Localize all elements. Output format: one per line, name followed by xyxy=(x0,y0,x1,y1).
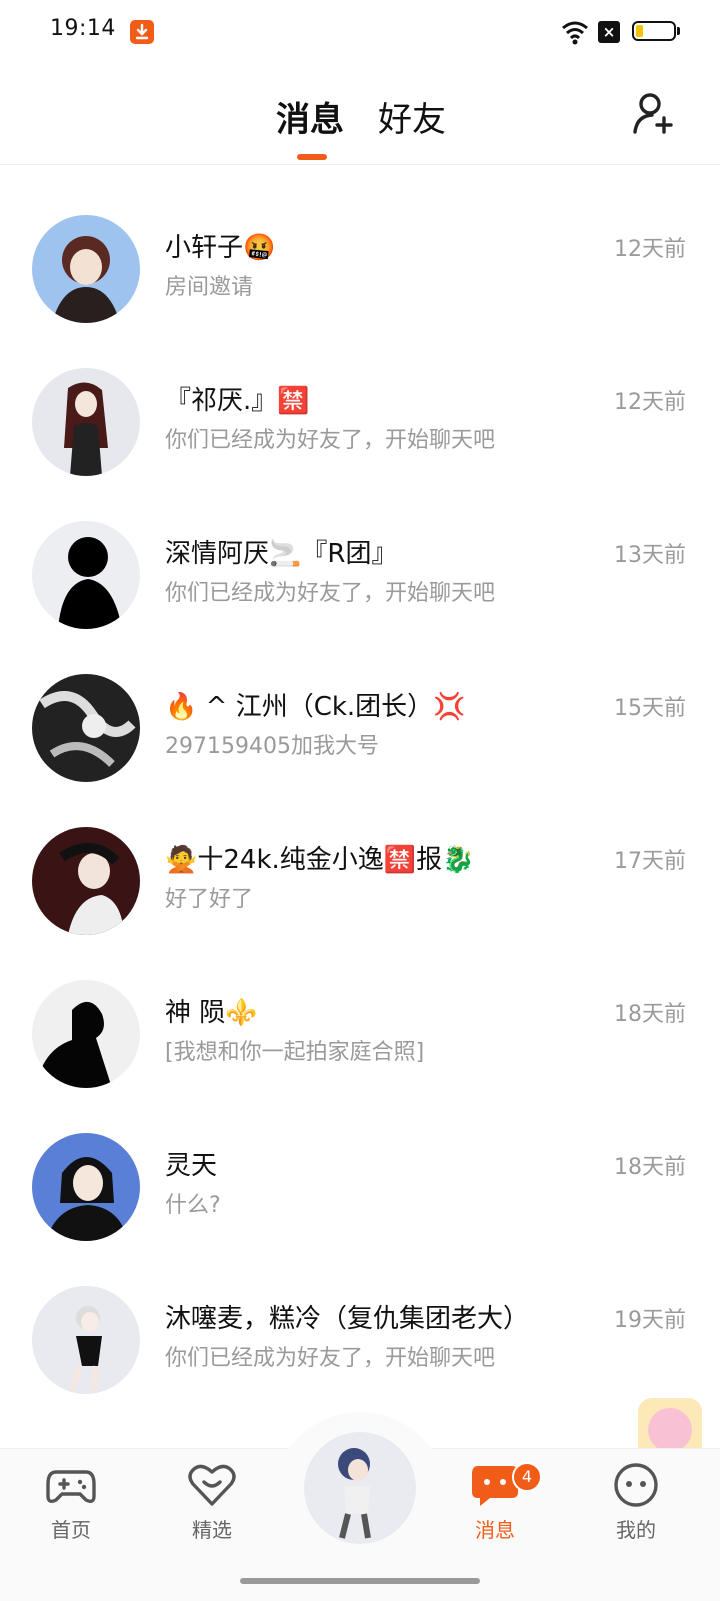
peach-icon xyxy=(648,1408,692,1452)
conversation-preview: 好了好了 xyxy=(165,887,254,912)
conversation-preview: 297159405加我大号 xyxy=(165,734,379,759)
conversation-row[interactable]: 小轩子🤬 房间邀请 12天前 xyxy=(0,205,720,359)
add-user-icon[interactable] xyxy=(632,90,678,136)
conversation-preview: [我想和你一起拍家庭合照] xyxy=(165,1040,425,1065)
avatar xyxy=(32,1286,140,1394)
wifi-icon xyxy=(560,18,590,46)
chat-icon xyxy=(470,1462,520,1508)
conversation-name: 沐噻麦，糕冷（复仇集团老大） xyxy=(165,1304,530,1334)
conversation-preview: 你们已经成为好友了，开始聊天吧 xyxy=(165,1346,496,1371)
avatar xyxy=(32,368,140,476)
active-tab-indicator xyxy=(297,154,327,160)
avatar xyxy=(32,980,140,1088)
tab-home[interactable]: 首页 xyxy=(26,1462,116,1543)
conversation-row[interactable]: 沐噻麦，糕冷（复仇集团老大） 你们已经成为好友了，开始聊天吧 19天前 xyxy=(0,1276,720,1430)
conversation-time: 18天前 xyxy=(614,1155,686,1180)
conversation-time: 18天前 xyxy=(614,1002,686,1027)
conversation-row[interactable]: 神 陨⚜️ [我想和你一起拍家庭合照] 18天前 xyxy=(0,970,720,1124)
face-icon xyxy=(611,1462,661,1508)
unread-badge: 4 xyxy=(512,1462,542,1492)
avatar xyxy=(32,521,140,629)
conversation-row[interactable]: 🔥 ^ 江州（Ck.团长）💢 297159405加我大号 15天前 xyxy=(0,664,720,818)
battery-icon xyxy=(632,21,676,41)
conversation-time: 15天前 xyxy=(614,696,686,721)
tab-me[interactable]: 我的 xyxy=(591,1462,681,1543)
conversation-name: 🔥 ^ 江州（Ck.团长）💢 xyxy=(165,692,466,722)
conversation-name: 深情阿厌🚬『R团』 xyxy=(165,539,398,569)
conversation-row[interactable]: 灵天 什么? 18天前 xyxy=(0,1123,720,1277)
tab-messages-nav-label: 消息 xyxy=(475,1518,515,1542)
conversation-time: 12天前 xyxy=(614,237,686,262)
header: 消息 好友 xyxy=(0,64,720,165)
tab-featured[interactable]: 精选 xyxy=(167,1462,257,1543)
avatar xyxy=(32,1133,140,1241)
conversation-time: 12天前 xyxy=(614,390,686,415)
conversation-time: 17天前 xyxy=(614,849,686,874)
tab-featured-label: 精选 xyxy=(192,1518,232,1542)
conversation-name: 『祁厌.』🈲 xyxy=(165,386,310,416)
conversation-name: 灵天 xyxy=(165,1151,218,1181)
conversation-name: 小轩子🤬 xyxy=(165,233,276,263)
avatar xyxy=(32,827,140,935)
home-indicator[interactable] xyxy=(240,1578,480,1584)
status-time: 19:14 xyxy=(50,16,116,41)
avatar xyxy=(32,215,140,323)
conversation-time: 13天前 xyxy=(614,543,686,568)
conversation-preview: 什么? xyxy=(165,1193,221,1218)
avatar xyxy=(32,674,140,782)
conversation-row[interactable]: 『祁厌.』🈲 你们已经成为好友了，开始聊天吧 12天前 xyxy=(0,358,720,512)
tab-me-label: 我的 xyxy=(616,1518,656,1542)
conversation-name: 🙅十24k.纯金小逸🈲报🐉 xyxy=(165,845,475,875)
battery-level xyxy=(636,25,643,37)
x-icon: × xyxy=(598,21,620,43)
gamepad-icon xyxy=(46,1462,96,1508)
center-avatar-button[interactable] xyxy=(304,1432,416,1544)
conversation-time: 19天前 xyxy=(614,1308,686,1333)
conversation-preview: 你们已经成为好友了，开始聊天吧 xyxy=(165,581,496,606)
battery-tip xyxy=(677,27,680,35)
download-icon xyxy=(130,20,154,44)
conversation-row[interactable]: 🙅十24k.纯金小逸🈲报🐉 好了好了 17天前 xyxy=(0,817,720,971)
tab-home-label: 首页 xyxy=(51,1518,91,1542)
heart-icon xyxy=(187,1462,237,1508)
status-bar: 19:14 × xyxy=(0,0,720,64)
tab-friends[interactable]: 好友 xyxy=(378,92,446,141)
conversation-preview: 你们已经成为好友了，开始聊天吧 xyxy=(165,428,496,453)
conversation-preview: 房间邀请 xyxy=(165,275,254,300)
conversation-row[interactable]: 深情阿厌🚬『R团』 你们已经成为好友了，开始聊天吧 13天前 xyxy=(0,511,720,665)
conversation-name: 神 陨⚜️ xyxy=(165,998,258,1028)
tab-messages[interactable]: 消息 xyxy=(276,92,344,141)
